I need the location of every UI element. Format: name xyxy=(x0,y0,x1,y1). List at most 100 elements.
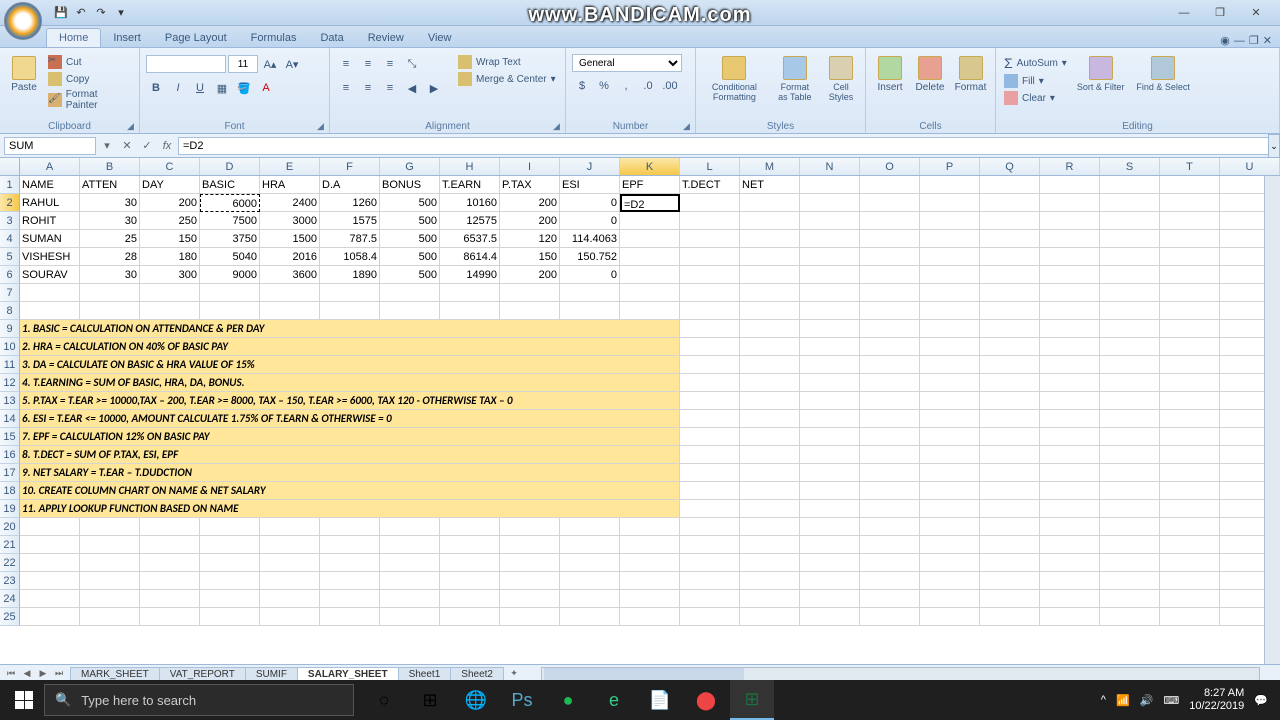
align-right-button[interactable]: ≡ xyxy=(380,78,400,98)
cell[interactable] xyxy=(260,590,320,608)
cell[interactable] xyxy=(1040,554,1100,572)
cell[interactable] xyxy=(260,572,320,590)
cell[interactable] xyxy=(800,572,860,590)
cell[interactable] xyxy=(620,590,680,608)
name-box-dropdown[interactable]: ▾ xyxy=(98,137,116,155)
col-header-H[interactable]: H xyxy=(440,158,500,175)
cell[interactable] xyxy=(500,572,560,590)
cell[interactable] xyxy=(20,572,80,590)
cell[interactable] xyxy=(1160,518,1220,536)
new-sheet-button[interactable]: ✦ xyxy=(507,667,521,681)
cell[interactable] xyxy=(140,608,200,626)
cell[interactable] xyxy=(980,302,1040,320)
cell[interactable] xyxy=(500,536,560,554)
row-header-11[interactable]: 11 xyxy=(0,356,20,374)
col-header-C[interactable]: C xyxy=(140,158,200,175)
cell[interactable] xyxy=(500,284,560,302)
cell[interactable] xyxy=(980,554,1040,572)
cell[interactable] xyxy=(1160,302,1220,320)
col-header-A[interactable]: A xyxy=(20,158,80,175)
cell[interactable] xyxy=(1040,590,1100,608)
cell[interactable] xyxy=(320,572,380,590)
cell[interactable]: 3600 xyxy=(260,266,320,284)
sheet-tab-sumif[interactable]: SUMIF xyxy=(245,667,298,681)
cell[interactable]: EPF xyxy=(620,176,680,194)
cell[interactable] xyxy=(260,536,320,554)
cell[interactable] xyxy=(800,302,860,320)
cell[interactable]: 1260 xyxy=(320,194,380,212)
cell[interactable] xyxy=(680,302,740,320)
merge-center-button[interactable]: Merge & Center ▾ xyxy=(456,71,558,87)
col-header-T[interactable]: T xyxy=(1160,158,1220,175)
find-select-button[interactable]: Find & Select xyxy=(1132,54,1194,94)
cell[interactable]: ROHIT xyxy=(20,212,80,230)
font-color-button[interactable]: A xyxy=(256,78,276,98)
sheet-tab-sheet1[interactable]: Sheet1 xyxy=(398,667,452,681)
cell[interactable]: 30 xyxy=(80,194,140,212)
cell[interactable]: 3000 xyxy=(260,212,320,230)
note-cell[interactable]: 1. BASIC = CALCULATION ON ATTENDANCE & P… xyxy=(20,320,680,338)
network-icon[interactable]: 📶 xyxy=(1116,694,1130,707)
cell[interactable] xyxy=(1100,536,1160,554)
cell[interactable] xyxy=(680,608,740,626)
row-header-13[interactable]: 13 xyxy=(0,392,20,410)
row-header-14[interactable]: 14 xyxy=(0,410,20,428)
cell[interactable] xyxy=(740,572,800,590)
tab-data[interactable]: Data xyxy=(308,29,355,47)
cell[interactable] xyxy=(860,608,920,626)
minimize-button[interactable]: — xyxy=(1170,4,1198,22)
fill-button[interactable]: Fill ▾ xyxy=(1002,73,1069,89)
row-header-19[interactable]: 19 xyxy=(0,500,20,518)
row-header-16[interactable]: 16 xyxy=(0,446,20,464)
cell[interactable]: NAME xyxy=(20,176,80,194)
cell[interactable]: 500 xyxy=(380,212,440,230)
cell[interactable] xyxy=(860,572,920,590)
row-header-8[interactable]: 8 xyxy=(0,302,20,320)
cell[interactable] xyxy=(140,302,200,320)
cell[interactable] xyxy=(680,536,740,554)
cell[interactable]: HRA xyxy=(260,176,320,194)
cell[interactable]: 500 xyxy=(380,194,440,212)
cell[interactable] xyxy=(920,608,980,626)
clipboard-launcher[interactable]: ◢ xyxy=(127,121,137,131)
cell[interactable] xyxy=(440,518,500,536)
row-header-6[interactable]: 6 xyxy=(0,266,20,284)
cell[interactable] xyxy=(80,302,140,320)
align-middle-button[interactable]: ≡ xyxy=(358,54,378,74)
cells-area[interactable]: NAMEATTENDAYBASICHRAD.ABONUST.EARNP.TAXE… xyxy=(20,176,1280,626)
cell[interactable] xyxy=(200,554,260,572)
cell[interactable]: VISHESH xyxy=(20,248,80,266)
row-header-21[interactable]: 21 xyxy=(0,536,20,554)
cell[interactable] xyxy=(920,590,980,608)
cell[interactable] xyxy=(200,572,260,590)
cell[interactable] xyxy=(80,518,140,536)
fx-button[interactable]: fx xyxy=(158,137,176,155)
cell[interactable] xyxy=(320,518,380,536)
cell[interactable] xyxy=(1100,608,1160,626)
cell[interactable] xyxy=(320,590,380,608)
cell[interactable]: 300 xyxy=(140,266,200,284)
underline-button[interactable]: U xyxy=(190,78,210,98)
tab-last-button[interactable]: ⏭ xyxy=(52,667,66,681)
cell[interactable] xyxy=(620,302,680,320)
cell[interactable]: 200 xyxy=(140,194,200,212)
cell[interactable]: 12575 xyxy=(440,212,500,230)
row-header-12[interactable]: 12 xyxy=(0,374,20,392)
tab-review[interactable]: Review xyxy=(356,29,416,47)
cell[interactable] xyxy=(740,608,800,626)
chrome-icon[interactable]: 🌐 xyxy=(454,680,498,720)
cell[interactable] xyxy=(740,536,800,554)
cell[interactable] xyxy=(320,284,380,302)
cell[interactable]: 0 xyxy=(560,266,620,284)
italic-button[interactable]: I xyxy=(168,78,188,98)
cell[interactable] xyxy=(620,284,680,302)
col-header-B[interactable]: B xyxy=(80,158,140,175)
cell[interactable]: 5040 xyxy=(200,248,260,266)
cell-styles-button[interactable]: Cell Styles xyxy=(823,54,859,104)
cell[interactable]: P.TAX xyxy=(500,176,560,194)
cell[interactable] xyxy=(740,518,800,536)
close-button[interactable]: ✕ xyxy=(1242,4,1270,22)
cell[interactable] xyxy=(740,194,800,212)
note-cell[interactable]: 10. CREATE COLUMN CHART ON NAME & NET SA… xyxy=(20,482,680,500)
cell[interactable] xyxy=(920,554,980,572)
